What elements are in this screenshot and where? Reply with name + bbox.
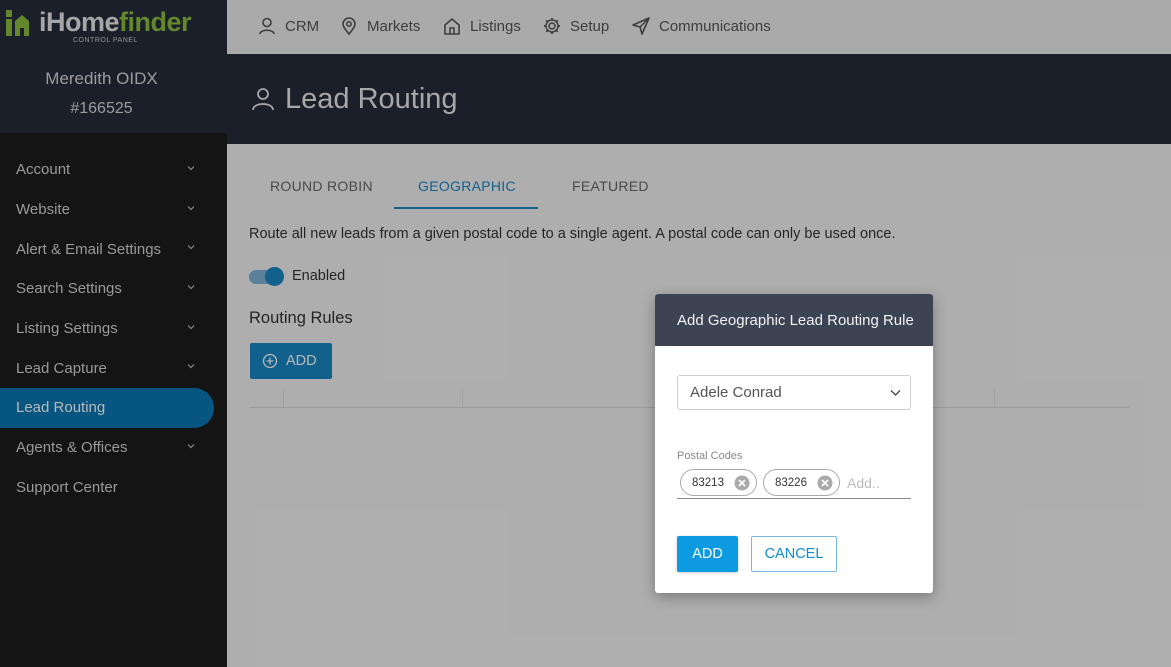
add-rule-dialog: Add Geographic Lead Routing Rule Adele C…: [655, 294, 933, 593]
remove-chip-icon[interactable]: [734, 475, 750, 491]
dialog-cancel-button[interactable]: CANCEL: [751, 536, 837, 572]
modal-backdrop[interactable]: [0, 0, 1171, 667]
postal-codes-label: Postal Codes: [677, 450, 743, 462]
postal-code-chip: 83226: [763, 469, 840, 496]
postal-codes-field: 83213 83226: [677, 468, 911, 499]
remove-chip-icon[interactable]: [817, 475, 833, 491]
agent-select-value: Adele Conrad: [690, 384, 782, 401]
agent-select[interactable]: Adele Conrad: [677, 375, 911, 410]
postal-code-input[interactable]: [847, 473, 907, 493]
dialog-add-button[interactable]: ADD: [677, 536, 738, 572]
dialog-title: Add Geographic Lead Routing Rule: [655, 294, 933, 346]
chevron-down-icon: [890, 390, 901, 396]
postal-code-chip: 83213: [680, 469, 757, 496]
chip-label: 83226: [775, 476, 807, 489]
chip-label: 83213: [692, 476, 724, 489]
